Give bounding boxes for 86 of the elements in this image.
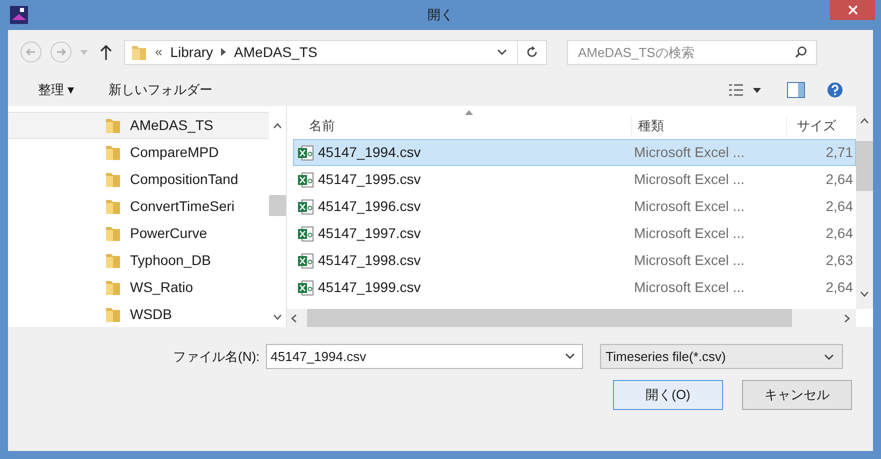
open-button[interactable]: 開く(O) [613, 380, 723, 410]
close-button[interactable] [830, 0, 875, 20]
view-options-icon[interactable] [729, 84, 743, 96]
folder-tree-item[interactable]: CompositionTand [8, 166, 269, 193]
file-name: 45147_1997.csv [317, 224, 422, 243]
refresh-icon[interactable] [526, 46, 538, 58]
file-name: 45147_1995.csv [317, 170, 422, 189]
dropdown-caret-icon[interactable] [753, 88, 761, 92]
folder-icon [105, 306, 121, 323]
file-size: 2,64 [824, 224, 854, 243]
dropdown-caret-icon[interactable] [497, 49, 507, 55]
file-name: 45147_1998.csv [317, 251, 422, 270]
organize-menu[interactable]: 整理 ▾ [38, 80, 75, 100]
app-icon [10, 6, 28, 24]
folder-icon [105, 144, 121, 161]
folder-icon [105, 171, 121, 188]
scroll-left-icon[interactable] [291, 314, 297, 322]
chevron-icon[interactable] [221, 48, 226, 56]
folder-icon [131, 43, 147, 61]
folder-icon [105, 252, 121, 269]
file-type: Microsoft Excel ... [633, 170, 746, 189]
folder-tree-item[interactable]: ConvertTimeSeri [8, 193, 269, 220]
folder-icon [105, 279, 121, 296]
scroll-down-icon[interactable] [860, 291, 869, 297]
window-title: 開く [428, 6, 454, 24]
search-field[interactable]: AMeDAS_TSの検索 [567, 40, 817, 64]
file-type: Microsoft Excel ... [633, 197, 746, 216]
folder-icon [105, 117, 121, 134]
scroll-down-icon[interactable] [273, 314, 282, 320]
scrollbar-thumb[interactable] [269, 195, 286, 216]
file-name: 45147_1999.csv [317, 278, 422, 297]
sort-arrow-icon [465, 110, 473, 115]
column-header[interactable]: 種類 [631, 116, 786, 136]
help-icon[interactable] [827, 82, 843, 98]
folder-tree-item[interactable]: Typhoon_DB [8, 247, 269, 274]
spreadsheet-file-icon [298, 252, 314, 268]
file-size: 2,64 [824, 197, 854, 216]
breadcrumb-overflow[interactable]: « [155, 42, 162, 62]
file-name: 45147_1996.csv [317, 197, 422, 216]
column-header[interactable]: 名前 [293, 116, 631, 136]
up-arrow-icon[interactable] [100, 44, 112, 60]
file-size: 2,64 [824, 170, 854, 189]
folder-tree-item[interactable]: CompareMPD [8, 139, 269, 166]
file-type-dropdown[interactable]: Timeseries file(*.csv) [600, 344, 843, 369]
dropdown-caret-icon[interactable] [564, 353, 575, 359]
spreadsheet-file-icon [298, 226, 314, 242]
search-icon[interactable] [795, 46, 807, 58]
folder-tree-item[interactable]: WSDB [8, 301, 269, 328]
file-type: Microsoft Excel ... [633, 143, 746, 162]
scroll-up-icon[interactable] [860, 118, 869, 124]
scroll-up-icon[interactable] [273, 123, 282, 129]
file-name: 45147_1994.csv [317, 143, 422, 162]
file-type: Microsoft Excel ... [633, 224, 746, 243]
spreadsheet-file-icon [298, 198, 314, 214]
cancel-button[interactable]: キャンセル [742, 380, 852, 410]
file-row[interactable]: 45147_1995.csv Microsoft Excel ... 2,64 [293, 166, 856, 193]
file-row[interactable]: 45147_1997.csv Microsoft Excel ... 2,64 [293, 220, 856, 247]
dropdown-caret-icon[interactable] [824, 354, 834, 360]
spreadsheet-file-icon [298, 172, 314, 188]
file-type: Microsoft Excel ... [633, 251, 746, 270]
folder-icon [105, 198, 121, 215]
file-row[interactable]: 45147_1998.csv Microsoft Excel ... 2,63 [293, 247, 856, 274]
file-size: 2,63 [824, 251, 854, 270]
breadcrumb-item[interactable]: Library [170, 42, 214, 62]
filename-label: ファイル名(N): [173, 348, 260, 366]
filename-field[interactable]: 45147_1994.csv [266, 344, 583, 369]
close-icon [848, 5, 858, 15]
file-row[interactable]: 45147_1999.csv Microsoft Excel ... 2,64 [293, 274, 856, 301]
scrollbar-thumb[interactable] [856, 141, 873, 191]
folder-tree-item[interactable]: PowerCurve [8, 220, 269, 247]
scroll-right-icon[interactable] [844, 314, 850, 322]
new-folder-button[interactable]: 新しいフォルダー [108, 80, 213, 100]
file-size: 2,71 [824, 143, 854, 162]
breadcrumb-item[interactable]: AMeDAS_TS [234, 42, 318, 62]
file-row[interactable]: 45147_1996.csv Microsoft Excel ... 2,64 [293, 193, 856, 220]
scrollbar[interactable] [856, 106, 873, 309]
file-size: 2,64 [824, 278, 854, 297]
folder-icon [105, 225, 121, 242]
folder-tree-item[interactable]: WS_Ratio [8, 274, 269, 301]
folder-tree-item[interactable]: AMeDAS_TS [8, 112, 269, 139]
file-type: Microsoft Excel ... [633, 278, 746, 297]
file-row[interactable]: 45147_1994.csv Microsoft Excel ... 2,71 [293, 139, 856, 166]
spreadsheet-file-icon [298, 280, 314, 296]
address-bar[interactable]: « Library AMeDAS_TS [124, 40, 547, 64]
spreadsheet-file-icon [298, 144, 314, 160]
preview-pane-icon[interactable] [787, 82, 805, 98]
